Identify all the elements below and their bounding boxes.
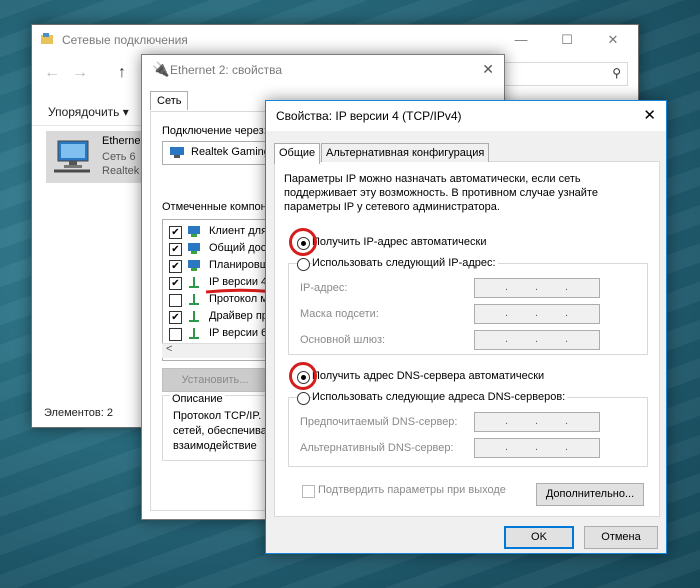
dns-auto-label[interactable]: Получить адрес DNS-сервера автоматически — [312, 370, 544, 382]
back-arrow-icon[interactable]: ← — [44, 64, 60, 82]
adapter-name: Realtek Gaming — [191, 146, 270, 158]
maximize-button[interactable]: ☐ — [544, 25, 590, 55]
install-button[interactable]: Установить... — [162, 368, 268, 392]
ipv4-title: Свойства: IP версии 4 (TCP/IPv4) — [276, 109, 462, 123]
ip-auto-label[interactable]: Получить IP-адрес автоматически — [312, 236, 486, 248]
component-label: Планировщ — [209, 259, 269, 271]
minimize-button[interactable]: — — [498, 25, 544, 55]
connection-adapter: Realtek — [102, 165, 140, 177]
alternate-dns-label: Альтернативный DNS-сервер: — [300, 442, 454, 454]
status-bar-count: Элементов: 2 — [44, 407, 113, 419]
component-checkbox[interactable]: ✔ — [169, 311, 182, 324]
intro-text: Параметры IP можно назначать автоматичес… — [284, 172, 644, 214]
search-input[interactable]: ⚲ — [492, 62, 628, 86]
preferred-dns-field: ... — [474, 412, 600, 432]
gateway-label: Основной шлюз: — [300, 334, 386, 346]
tab-general[interactable]: Общие — [274, 143, 321, 164]
preferred-dns-label: Предпочитаемый DNS-сервер: — [300, 416, 458, 428]
ipv4-close-button[interactable]: ✕ — [643, 106, 656, 124]
forward-arrow-icon[interactable]: → — [72, 64, 88, 82]
ipv4-titlebar[interactable]: Свойства: IP версии 4 (TCP/IPv4) ✕ — [266, 101, 666, 131]
component-checkbox[interactable] — [169, 294, 182, 307]
component-label: IP версии 6 — [209, 327, 268, 339]
advanced-button[interactable]: Дополнительно... — [536, 483, 644, 506]
scheduler-icon — [188, 260, 200, 271]
eth-props-titlebar[interactable]: 🔌 Ethernet 2: свойства ✕ — [142, 55, 504, 85]
validate-on-exit-checkbox[interactable] — [302, 485, 315, 498]
gateway-field: ... — [474, 330, 600, 350]
network-folder-icon — [41, 33, 53, 44]
sharing-icon — [188, 243, 200, 254]
component-checkbox[interactable] — [169, 328, 182, 341]
tab-alternate-config[interactable]: Альтернативная конфигурация — [321, 143, 490, 162]
dns-manual-label[interactable]: Использовать следующие адреса DNS-сервер… — [312, 391, 568, 403]
component-checkbox[interactable]: ✔ — [169, 226, 182, 239]
subnet-mask-label: Маска подсети: — [300, 308, 379, 320]
organize-button[interactable]: Упорядочить ▾ — [48, 105, 129, 119]
scroll-left-icon[interactable]: < — [166, 343, 172, 355]
close-button[interactable]: ✕ — [590, 25, 636, 55]
protocol-icon — [189, 277, 199, 288]
search-icon: ⚲ — [612, 66, 621, 80]
component-label: Общий дост — [209, 242, 272, 254]
client-icon — [188, 226, 200, 237]
component-label: Клиент для — [209, 225, 268, 237]
driver-icon — [189, 311, 199, 322]
ip-address-label: IP-адрес: — [300, 282, 348, 294]
component-checkbox[interactable]: ✔ — [169, 260, 182, 273]
subnet-mask-field: ... — [474, 304, 600, 324]
connection-name: Etherne — [102, 135, 141, 147]
explorer-title: Сетевые подключения — [62, 33, 188, 47]
ipv4-properties-dialog: Свойства: IP версии 4 (TCP/IPv4) ✕ Общие… — [265, 100, 667, 554]
protocol-icon — [189, 294, 199, 305]
red-circle-annotation — [289, 228, 317, 256]
tab-network[interactable]: Сеть — [150, 91, 189, 110]
ethernet-adapter-icon — [54, 140, 90, 173]
protocol-icon — [189, 328, 199, 339]
red-circle-annotation — [289, 362, 317, 390]
component-checkbox[interactable]: ✔ — [169, 277, 182, 290]
intro-line: параметры IP у сетевого администратора. — [284, 201, 500, 213]
ok-button[interactable]: OK — [504, 526, 574, 549]
ip-manual-radio[interactable] — [297, 258, 310, 271]
component-checkbox[interactable]: ✔ — [169, 243, 182, 256]
eth-props-close-button[interactable]: ✕ — [482, 61, 494, 78]
dns-manual-radio[interactable] — [297, 392, 310, 405]
validate-on-exit-label: Подтвердить параметры при выходе — [318, 484, 506, 496]
alternate-dns-field: ... — [474, 438, 600, 458]
intro-line: поддерживает эту возможность. В противно… — [284, 187, 598, 199]
cancel-button[interactable]: Отмена — [584, 526, 658, 549]
connection-network: Сеть 6 — [102, 151, 136, 163]
intro-line: Параметры IP можно назначать автоматичес… — [284, 173, 581, 185]
ip-manual-label[interactable]: Использовать следующий IP-адрес: — [312, 257, 498, 269]
description-title: Описание — [170, 393, 225, 405]
explorer-titlebar[interactable]: Сетевые подключения — ☐ ✕ — [32, 25, 638, 55]
up-arrow-icon[interactable]: ↑ — [118, 64, 126, 82]
components-label: Отмеченные компон — [162, 201, 267, 213]
ip-address-field: ... — [474, 278, 600, 298]
connect-via-label: Подключение через: — [162, 125, 267, 137]
network-plug-icon: 🔌 — [152, 61, 170, 77]
eth-props-title: Ethernet 2: свойства — [170, 63, 283, 77]
connection-item-ethernet[interactable]: Etherne Сеть 6 Realtek — [46, 131, 142, 183]
adapter-icon — [170, 147, 184, 158]
